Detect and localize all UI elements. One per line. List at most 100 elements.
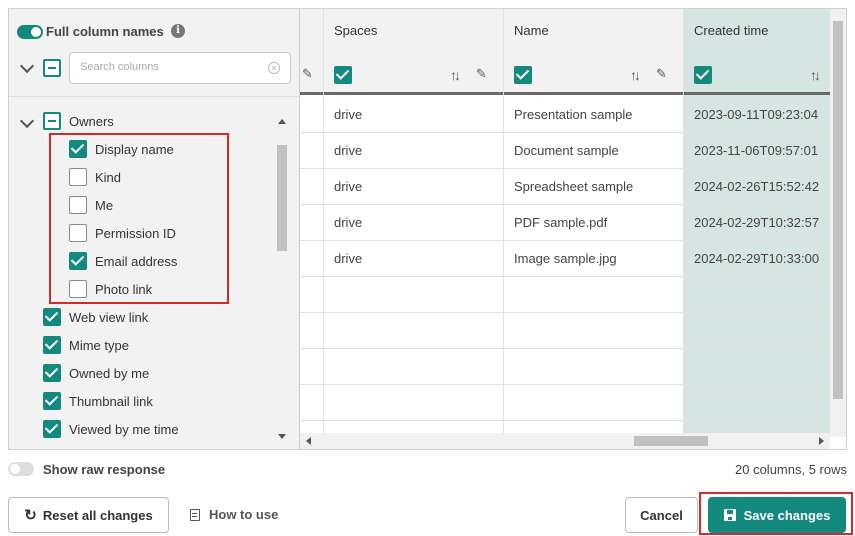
reset-all-changes-button[interactable]: ↻ Reset all changes bbox=[8, 497, 169, 533]
grid-cell[interactable] bbox=[504, 313, 683, 349]
search-columns-input[interactable] bbox=[80, 53, 260, 81]
grid-cell[interactable] bbox=[684, 277, 831, 313]
scroll-up-arrow-icon[interactable] bbox=[278, 119, 286, 124]
column-editor-frame: Full column names i × Owners Display nam… bbox=[8, 8, 847, 450]
grid-cell[interactable]: drive bbox=[324, 97, 503, 133]
document-icon bbox=[190, 508, 200, 521]
select-all-checkbox[interactable] bbox=[43, 59, 61, 77]
grid-cell[interactable]: Presentation sample bbox=[504, 97, 683, 133]
reset-label: Reset all changes bbox=[42, 507, 153, 523]
sort-icon[interactable]: ↑↓ bbox=[630, 67, 641, 83]
grid-cell[interactable]: Image sample.jpg bbox=[504, 241, 683, 277]
column-checkbox[interactable] bbox=[43, 420, 61, 438]
grid-cell[interactable]: drive bbox=[324, 133, 503, 169]
grid-cell[interactable] bbox=[504, 349, 683, 385]
scroll-right-arrow-icon[interactable] bbox=[819, 437, 824, 445]
reset-icon: ↻ bbox=[24, 507, 37, 524]
grid-cell[interactable]: 2023-11-06T09:57:01 bbox=[684, 133, 831, 169]
grid-cell[interactable]: Document sample bbox=[504, 133, 683, 169]
grid-cell[interactable] bbox=[324, 313, 503, 349]
grid-column: Spaces ↑↓ ✎ drive drive drive drive drive bbox=[324, 9, 504, 437]
sort-icon[interactable]: ↑↓ bbox=[450, 67, 461, 83]
grid-cell[interactable]: drive bbox=[324, 241, 503, 277]
cancel-button[interactable]: Cancel bbox=[625, 497, 698, 533]
grid-cell[interactable] bbox=[324, 349, 503, 385]
edit-pencil-icon[interactable]: ✎ bbox=[302, 66, 313, 82]
grid-column: Name ↑↓ ✎ Presentation sample Document sampl… bbox=[504, 9, 684, 437]
column-include-checkbox[interactable] bbox=[334, 66, 352, 84]
grid-cell bbox=[300, 169, 323, 205]
scroll-left-arrow-icon[interactable] bbox=[306, 437, 311, 445]
grid-cell bbox=[300, 277, 323, 313]
raw-response-toggle[interactable] bbox=[8, 462, 34, 476]
grid-column-header: Name ↑↓ ✎ bbox=[504, 9, 683, 95]
grid-cell[interactable]: 2024-02-26T15:52:42 bbox=[684, 169, 831, 205]
grid-summary: 20 columns, 5 rows bbox=[735, 462, 847, 477]
tree-item[interactable]: Viewed by me time bbox=[43, 418, 179, 440]
sort-icon[interactable]: ↑↓ bbox=[810, 67, 821, 83]
column-list-scrollbar[interactable] bbox=[275, 105, 289, 441]
preview-grid: ✎ Spaces ↑↓ ✎ drive drive drive drive drive Name… bbox=[300, 9, 831, 449]
how-to-use-link[interactable]: How to use bbox=[190, 507, 278, 522]
edit-pencil-icon[interactable]: ✎ bbox=[476, 66, 487, 82]
column-include-checkbox[interactable] bbox=[694, 66, 712, 84]
grid-cell[interactable]: drive bbox=[324, 169, 503, 205]
grid-vertical-scrollbar[interactable] bbox=[830, 9, 846, 437]
save-button-highlight bbox=[699, 492, 853, 535]
tree-item[interactable]: Web view link bbox=[43, 306, 148, 328]
column-title: Spaces bbox=[334, 23, 378, 38]
grid-cell[interactable] bbox=[504, 277, 683, 313]
grid-cell[interactable]: 2023-09-11T09:23:04 bbox=[684, 97, 831, 133]
grid-cell[interactable]: PDF sample.pdf bbox=[504, 205, 683, 241]
scroll-thumb[interactable] bbox=[277, 145, 287, 251]
column-checkbox[interactable] bbox=[43, 364, 61, 382]
grid-cell bbox=[300, 241, 323, 277]
full-column-names-label: Full column names bbox=[46, 24, 164, 39]
how-to-use-label: How to use bbox=[209, 507, 279, 522]
grid-cell[interactable] bbox=[684, 313, 831, 349]
tree-group-label: Owners bbox=[69, 113, 114, 129]
grid-cell[interactable]: Spreadsheet sample bbox=[504, 169, 683, 205]
grid-cell[interactable] bbox=[504, 385, 683, 421]
cancel-label: Cancel bbox=[640, 507, 683, 523]
grid-horizontal-scroll-thumb[interactable] bbox=[634, 436, 708, 446]
grid-cell[interactable]: 2024-02-29T10:32:57 bbox=[684, 205, 831, 241]
tree-item[interactable]: Thumbnail link bbox=[43, 390, 153, 412]
scroll-down-arrow-icon[interactable] bbox=[278, 434, 286, 439]
grid-cell[interactable]: drive bbox=[324, 205, 503, 241]
grid-column-header: Spaces ↑↓ ✎ bbox=[324, 9, 503, 95]
owners-group-chevron-icon[interactable] bbox=[19, 113, 35, 129]
grid-vertical-scroll-thumb[interactable] bbox=[833, 21, 843, 399]
owners-group-checkbox[interactable] bbox=[43, 112, 61, 130]
grid-column-partial: ✎ bbox=[300, 9, 324, 437]
tree-item[interactable]: Mime type bbox=[43, 334, 129, 356]
column-checkbox[interactable] bbox=[43, 392, 61, 410]
grid-cell bbox=[300, 385, 323, 421]
full-column-names-toggle[interactable] bbox=[17, 25, 43, 39]
grid-cell bbox=[300, 97, 323, 133]
selection-highlight bbox=[49, 133, 229, 304]
tree-group-owners[interactable]: Owners bbox=[43, 110, 114, 132]
column-title: Name bbox=[514, 23, 549, 38]
grid-cell[interactable] bbox=[684, 385, 831, 421]
grid-cell[interactable] bbox=[324, 277, 503, 313]
grid-cell bbox=[300, 349, 323, 385]
column-picker-panel: Full column names i × Owners Display nam… bbox=[9, 9, 300, 449]
column-title: Created time bbox=[694, 23, 769, 38]
column-include-checkbox[interactable] bbox=[514, 66, 532, 84]
clear-search-icon[interactable]: × bbox=[268, 62, 280, 74]
tree-item[interactable]: Owned by me bbox=[43, 362, 149, 384]
column-checkbox[interactable] bbox=[43, 308, 61, 326]
search-columns-box: × bbox=[69, 52, 291, 84]
info-icon[interactable]: i bbox=[171, 24, 185, 38]
grid-cell[interactable] bbox=[324, 385, 503, 421]
grid-cell[interactable]: 2024-02-29T10:33:00 bbox=[684, 241, 831, 277]
column-checkbox[interactable] bbox=[43, 336, 61, 354]
column-picker-header: Full column names i × bbox=[9, 9, 299, 97]
grid-horizontal-scrollbar[interactable] bbox=[300, 433, 830, 449]
edit-pencil-icon[interactable]: ✎ bbox=[656, 66, 667, 82]
collapse-all-chevron-icon[interactable] bbox=[19, 58, 35, 74]
tree-item-label: Thumbnail link bbox=[69, 393, 153, 409]
grid-cell bbox=[300, 133, 323, 169]
grid-cell[interactable] bbox=[684, 349, 831, 385]
